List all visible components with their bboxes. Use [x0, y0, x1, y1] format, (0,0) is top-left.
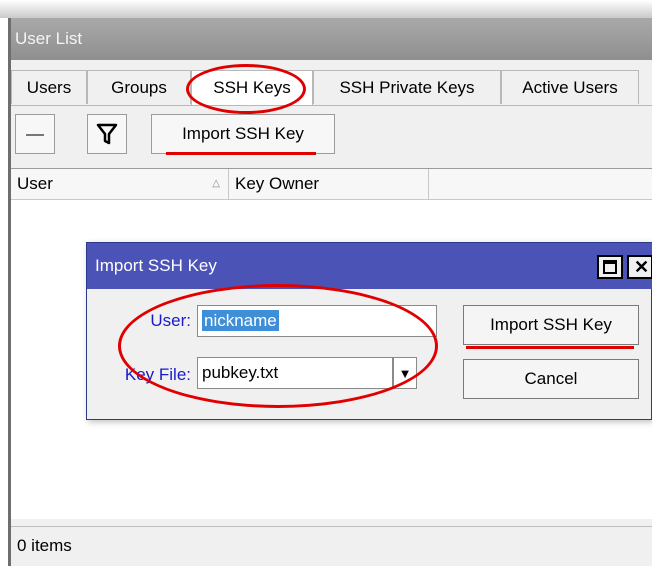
column-key-owner[interactable]: Key Owner: [229, 169, 429, 199]
import-ssh-key-dialog: Import SSH Key ✕ User: nickname Key File…: [86, 242, 652, 420]
window-titlebar[interactable]: User List: [11, 18, 652, 60]
annotation-underline-toolbar: [166, 152, 316, 155]
tab-active-users-label: Active Users: [522, 78, 618, 97]
key-file-value: pubkey.txt: [202, 363, 279, 382]
key-file-label: Key File:: [124, 365, 191, 384]
filter-icon: [96, 123, 118, 145]
toolbar: Import SSH Key: [11, 114, 652, 158]
table-header: User △ Key Owner: [11, 169, 652, 200]
user-label: User:: [150, 311, 191, 330]
status-bar: 0 items: [11, 526, 652, 564]
dropdown-arrow-icon: ▼: [398, 366, 412, 381]
cancel-button-label: Cancel: [524, 369, 578, 388]
maximize-icon[interactable]: [597, 255, 623, 279]
tab-ssh-private-keys[interactable]: SSH Private Keys: [313, 70, 501, 104]
filter-button[interactable]: [87, 114, 127, 154]
user-input[interactable]: nickname: [197, 305, 437, 337]
column-key-owner-label: Key Owner: [235, 174, 320, 193]
import-ssh-key-button[interactable]: Import SSH Key: [463, 305, 639, 345]
tab-bar: Users Groups SSH Keys SSH Private Keys A…: [11, 70, 652, 106]
import-ssh-key-toolbar-label: Import SSH Key: [182, 124, 304, 143]
column-user-label: User: [17, 174, 53, 193]
window-shadow: [0, 0, 652, 18]
tab-divider: [11, 105, 652, 106]
column-user[interactable]: User △: [11, 169, 229, 199]
annotation-underline-import: [466, 346, 634, 349]
dialog-titlebar[interactable]: Import SSH Key: [87, 243, 652, 289]
key-file-select[interactable]: pubkey.txt: [197, 357, 393, 389]
key-file-dropdown-button[interactable]: ▼: [393, 357, 417, 389]
close-icon[interactable]: ✕: [627, 255, 652, 279]
user-input-value: nickname: [202, 310, 279, 331]
cancel-button[interactable]: Cancel: [463, 359, 639, 399]
remove-button[interactable]: [15, 114, 55, 154]
item-count: 0 items: [17, 536, 72, 555]
tab-ssh-keys-label: SSH Keys: [213, 78, 291, 97]
import-ssh-key-toolbar-button[interactable]: Import SSH Key: [151, 114, 335, 154]
tab-ssh-keys[interactable]: SSH Keys: [191, 70, 313, 106]
tab-groups-label: Groups: [111, 78, 167, 97]
sort-ascending-icon: △: [212, 178, 220, 189]
tab-users[interactable]: Users: [11, 70, 87, 104]
tab-ssh-private-keys-label: SSH Private Keys: [339, 78, 475, 97]
window-title: User List: [15, 29, 83, 48]
dialog-title: Import SSH Key: [95, 256, 217, 275]
tab-groups[interactable]: Groups: [87, 70, 191, 104]
import-ssh-key-button-label: Import SSH Key: [490, 315, 612, 334]
minus-icon: [26, 133, 44, 136]
tab-active-users[interactable]: Active Users: [501, 70, 639, 104]
tab-users-label: Users: [26, 78, 72, 97]
